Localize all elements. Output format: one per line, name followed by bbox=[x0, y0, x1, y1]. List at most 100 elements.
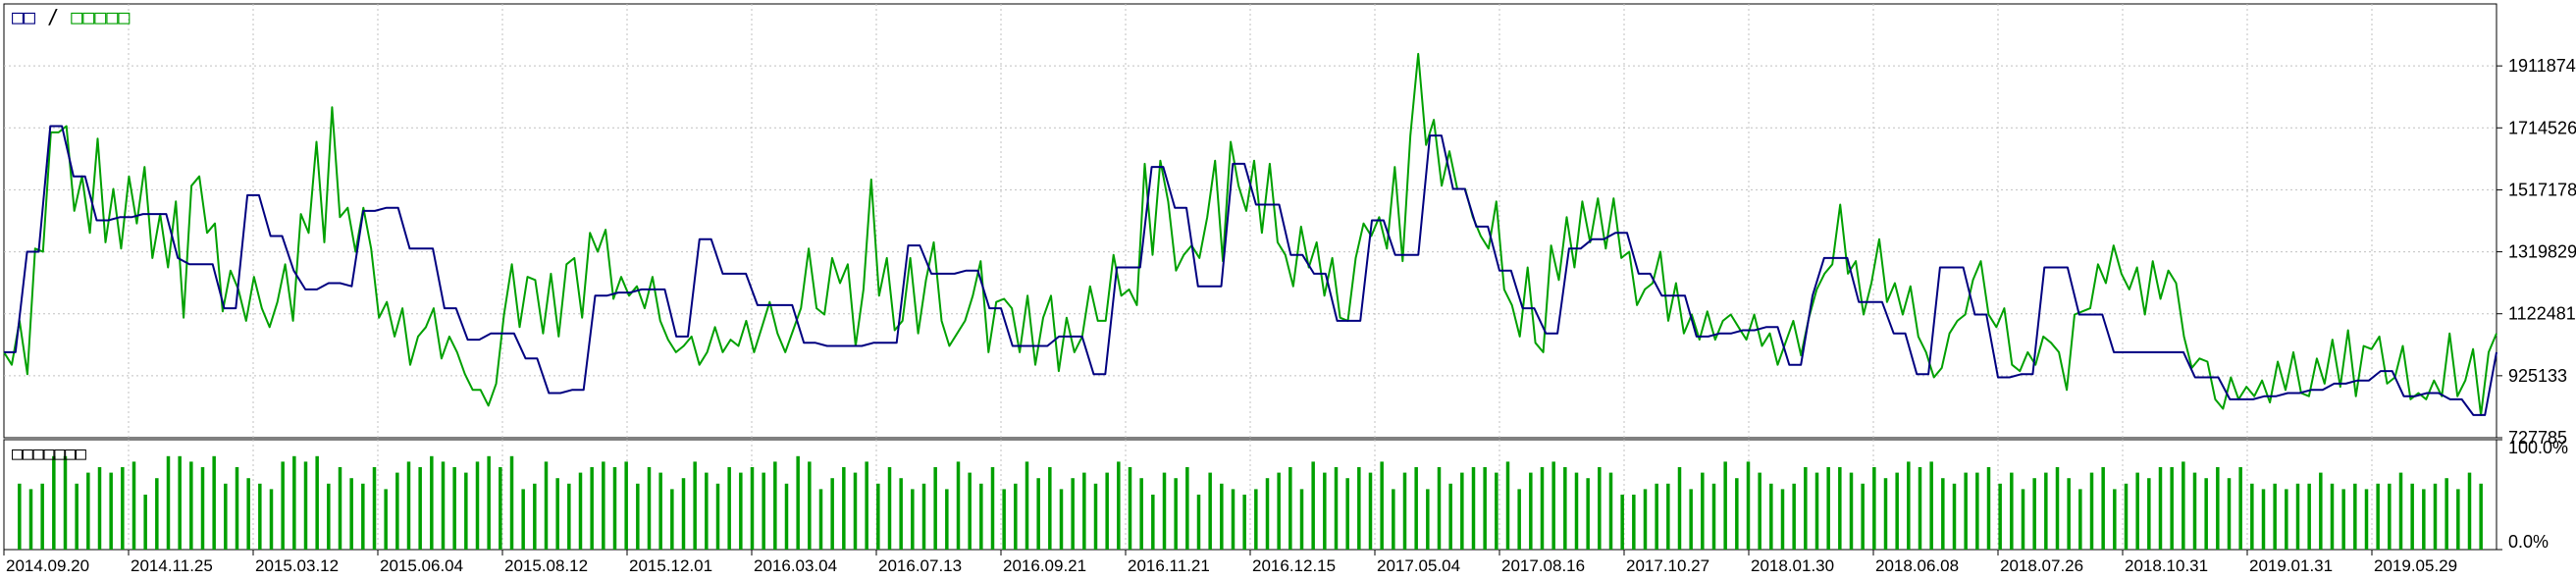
x-tick-label: 2018.01.30 bbox=[1751, 556, 1834, 575]
x-tick-label: 2018.07.26 bbox=[2000, 556, 2083, 575]
x-tick-label: 2017.05.04 bbox=[1377, 556, 1460, 575]
deposit-load-bar bbox=[166, 455, 171, 550]
deposit-load-bar bbox=[475, 461, 480, 550]
deposit-load-bar bbox=[1368, 472, 1373, 550]
deposit-load-bar bbox=[395, 472, 399, 550]
deposit-load-bar bbox=[2433, 483, 2438, 550]
deposit-load-bar bbox=[773, 461, 777, 550]
deposit-load-bar bbox=[1014, 483, 1018, 550]
deposit-load-bar bbox=[75, 483, 79, 550]
deposit-load-bar bbox=[1826, 467, 1830, 550]
deposit-load-bar bbox=[612, 467, 617, 550]
deposit-load-bar bbox=[2261, 489, 2266, 550]
deposit-load-bar bbox=[1392, 489, 1395, 550]
deposit-load-bar bbox=[487, 455, 491, 550]
deposit-load-bar bbox=[658, 472, 662, 550]
deposit-load-bar bbox=[1804, 467, 1808, 550]
deposit-load-bar bbox=[1402, 472, 1407, 550]
deposit-load-bar bbox=[2376, 483, 2380, 550]
y-tick-label: 925133 bbox=[2508, 366, 2567, 386]
deposit-load-bar bbox=[2101, 467, 2105, 550]
deposit-load-bar bbox=[1529, 472, 1533, 550]
deposit-load-bar bbox=[578, 472, 583, 550]
deposit-load-bar bbox=[1265, 478, 1270, 550]
deposit-load-bar bbox=[808, 461, 812, 550]
x-tick-label: 2019.05.29 bbox=[2374, 556, 2457, 575]
x-tick-label: 2015.08.12 bbox=[504, 556, 588, 575]
deposit-load-bar bbox=[2010, 472, 2014, 550]
deposit-load-bar bbox=[1426, 489, 1430, 550]
deposit-load-bar bbox=[499, 467, 502, 550]
deposit-load-bar bbox=[143, 495, 147, 550]
deposit-load-bar bbox=[131, 461, 136, 550]
deposit-load-bar bbox=[2479, 483, 2483, 550]
deposit-load-bar bbox=[2044, 472, 2048, 550]
deposit-load-bar bbox=[1643, 489, 1648, 550]
deposit-load-bar bbox=[1002, 489, 1006, 550]
deposit-load-bar bbox=[2295, 483, 2300, 550]
bottom-title: □□□□□□□ bbox=[12, 444, 86, 464]
deposit-load-bar bbox=[1964, 472, 1968, 550]
deposit-load-bar bbox=[18, 483, 22, 550]
deposit-load-bar bbox=[1758, 472, 1761, 550]
deposit-load-bar bbox=[509, 455, 514, 550]
deposit-load-bar bbox=[2285, 489, 2288, 550]
deposit-load-bar bbox=[670, 489, 674, 550]
deposit-load-bar bbox=[1689, 489, 1693, 550]
deposit-load-bar bbox=[2192, 472, 2197, 550]
deposit-load-bar bbox=[1448, 483, 1452, 550]
x-tick-label: 2018.06.08 bbox=[1875, 556, 1959, 575]
deposit-load-bar bbox=[2089, 472, 2094, 550]
deposit-load-bar bbox=[1677, 467, 1682, 550]
strategy-tester-graph: 1911874 1714526 1517178 1319829 1122481 92513… bbox=[0, 0, 2576, 576]
deposit-load-bar bbox=[2353, 483, 2357, 550]
deposit-load-bar bbox=[1128, 467, 1132, 550]
deposit-load-bar bbox=[555, 478, 559, 550]
deposit-load-bar bbox=[590, 467, 594, 550]
deposit-load-bar bbox=[842, 467, 846, 550]
deposit-load-bar bbox=[2456, 489, 2460, 550]
x-tick-label: 2016.09.21 bbox=[1003, 556, 1086, 575]
deposit-load-bar bbox=[315, 455, 319, 550]
deposit-load-bar bbox=[2067, 478, 2071, 550]
deposit-load-bar bbox=[1711, 483, 1716, 550]
deposit-load-bar bbox=[865, 461, 868, 550]
y-tick-label: 1714526 bbox=[2508, 118, 2576, 137]
deposit-load-bar bbox=[1563, 467, 1567, 550]
deposit-load-bar bbox=[1277, 472, 1281, 550]
deposit-load-bar bbox=[521, 489, 525, 550]
y-tick-label: 0.0% bbox=[2508, 532, 2549, 552]
x-tick-label: 2017.08.16 bbox=[1501, 556, 1585, 575]
deposit-load-bar bbox=[1139, 478, 1143, 550]
deposit-load-bar bbox=[418, 467, 422, 550]
deposit-load-bar bbox=[246, 478, 250, 550]
deposit-load-bar bbox=[1975, 472, 1979, 550]
deposit-load-bar bbox=[1723, 461, 1727, 550]
deposit-load-bar bbox=[155, 478, 159, 550]
deposit-load-bar bbox=[1849, 472, 1854, 550]
x-tick-label: 2018.10.31 bbox=[2125, 556, 2208, 575]
y-tick-label: 100.0% bbox=[2508, 438, 2568, 457]
deposit-load-bar bbox=[2467, 472, 2472, 550]
deposit-load-bar bbox=[430, 455, 434, 550]
deposit-load-bar bbox=[911, 489, 915, 550]
x-tick-label: 2014.09.20 bbox=[6, 556, 89, 575]
deposit-load-bar bbox=[2078, 489, 2082, 550]
deposit-load-bar bbox=[1105, 472, 1109, 550]
deposit-load-bar bbox=[1299, 489, 1304, 550]
deposit-load-bar bbox=[1998, 483, 2002, 550]
deposit-load-bar bbox=[2319, 472, 2323, 550]
deposit-load-bar bbox=[235, 467, 239, 550]
deposit-load-bar bbox=[2330, 483, 2335, 550]
deposit-load-bar bbox=[1231, 489, 1235, 550]
y-tick-label: 1319829 bbox=[2508, 242, 2576, 262]
deposit-load-bar bbox=[1093, 483, 1098, 550]
deposit-load-bar bbox=[727, 467, 731, 550]
deposit-load-bar bbox=[945, 489, 949, 550]
deposit-load-bar bbox=[796, 455, 800, 550]
deposit-load-bar bbox=[636, 483, 640, 550]
deposit-load-bar bbox=[2135, 472, 2139, 550]
deposit-load-bar bbox=[212, 455, 216, 550]
deposit-load-bar bbox=[1655, 483, 1658, 550]
deposit-load-bar bbox=[818, 489, 823, 550]
